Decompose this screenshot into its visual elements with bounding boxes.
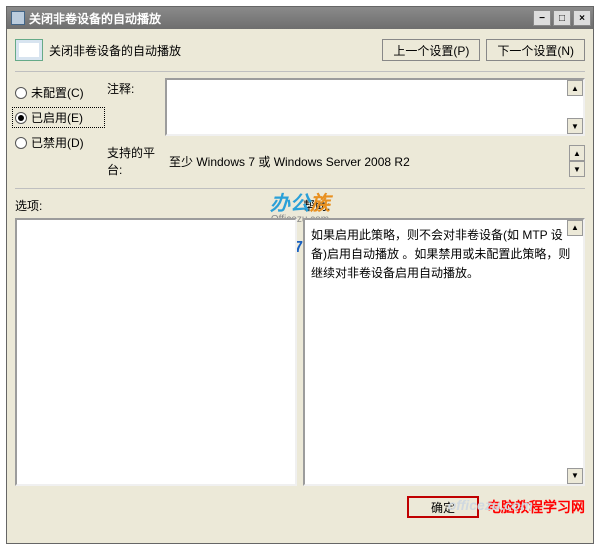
divider [15, 188, 585, 189]
policy-title: 关闭非卷设备的自动播放 [49, 42, 376, 59]
comment-row: 注释: ▲ ▼ [107, 78, 585, 136]
app-icon [11, 11, 25, 25]
footer-link[interactable]: 电脑教程学习网 [487, 497, 585, 517]
comment-textarea[interactable]: ▲ ▼ [165, 78, 585, 136]
scroll-down-icon[interactable]: ▼ [567, 118, 583, 134]
radio-group: 未配置(C) 已启用(E) 已禁用(D) [15, 72, 105, 157]
platform-label: 支持的平台: [107, 144, 165, 178]
maximize-button[interactable]: □ [553, 10, 571, 26]
scroll-down-icon[interactable]: ▼ [567, 468, 583, 484]
scroll-up-icon[interactable]: ▲ [569, 145, 585, 161]
right-column: 注释: ▲ ▼ 支持的平台: 至少 Windows 7 或 Windows Se… [107, 72, 585, 178]
platform-row: 支持的平台: 至少 Windows 7 或 Windows Server 200… [107, 144, 585, 178]
help-label: 帮助: [303, 195, 585, 218]
options-label: 选项: [15, 195, 297, 218]
scroll-up-icon[interactable]: ▲ [567, 80, 583, 96]
radio-label: 已启用(E) [31, 109, 83, 126]
radio-not-configured[interactable]: 未配置(C) [15, 84, 105, 101]
dialog-window: 关闭非卷设备的自动播放 − □ × 关闭非卷设备的自动播放 上一个设置(P) 下… [6, 6, 594, 544]
header-row: 关闭非卷设备的自动播放 上一个设置(P) 下一个设置(N) [15, 33, 585, 72]
ok-button[interactable]: 确定 [407, 496, 479, 518]
close-button[interactable]: × [573, 10, 591, 26]
radio-icon [15, 137, 27, 149]
radio-icon [15, 87, 27, 99]
titlebar: 关闭非卷设备的自动播放 − □ × [7, 7, 593, 29]
help-panel[interactable]: 如果启用此策略，则不会对非卷设备(如 MTP 设备)启用自动播放 。如果禁用或未… [303, 218, 585, 486]
options-panel[interactable] [15, 218, 297, 486]
radio-label: 未配置(C) [31, 84, 84, 101]
policy-icon [15, 39, 43, 61]
comment-label: 注释: [107, 78, 165, 136]
radio-enabled[interactable]: 已启用(E) [12, 107, 105, 128]
scroll-up-icon[interactable]: ▲ [567, 220, 583, 236]
previous-setting-button[interactable]: 上一个设置(P) [382, 39, 480, 61]
help-column: 帮助: 如果启用此策略，则不会对非卷设备(如 MTP 设备)启用自动播放 。如果… [303, 195, 585, 486]
radio-disabled[interactable]: 已禁用(D) [15, 134, 105, 151]
window-title: 关闭非卷设备的自动播放 [29, 10, 533, 27]
platform-value: 至少 Windows 7 或 Windows Server 2008 R2 [165, 150, 569, 173]
options-column: 选项: [15, 195, 297, 486]
scroll-down-icon[interactable]: ▼ [569, 161, 585, 177]
next-setting-button[interactable]: 下一个设置(N) [486, 39, 585, 61]
columns: 选项: 帮助: 如果启用此策略，则不会对非卷设备(如 MTP 设备)启用自动播放… [15, 195, 585, 490]
radio-icon [15, 112, 27, 124]
window-controls: − □ × [533, 10, 591, 26]
minimize-button[interactable]: − [533, 10, 551, 26]
footer: 确定 电脑教程学习网 [15, 490, 585, 518]
dialog-content: 关闭非卷设备的自动播放 上一个设置(P) 下一个设置(N) 未配置(C) 已启用… [7, 29, 593, 526]
radio-label: 已禁用(D) [31, 134, 84, 151]
